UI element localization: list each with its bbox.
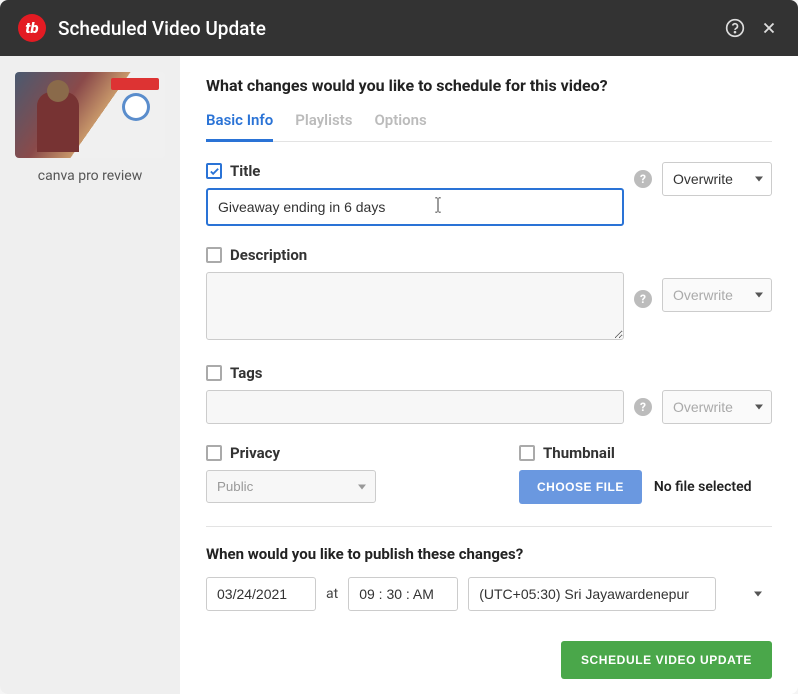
at-label: at <box>326 586 338 602</box>
privacy-select[interactable]: Public <box>206 470 376 503</box>
tags-input[interactable] <box>206 390 624 424</box>
help-icon[interactable] <box>724 17 746 39</box>
tab-playlists[interactable]: Playlists <box>295 111 352 142</box>
video-thumbnail <box>15 72 165 158</box>
thumbnail-checkbox[interactable] <box>519 445 535 461</box>
tabs: Basic Info Playlists Options <box>206 111 772 142</box>
description-checkbox[interactable] <box>206 247 222 263</box>
video-sidebar: canva pro review <box>0 56 180 694</box>
publish-date-input[interactable] <box>206 577 316 611</box>
title-help-icon[interactable]: ? <box>634 170 652 188</box>
modal-header: tb Scheduled Video Update <box>0 0 798 56</box>
description-input[interactable] <box>206 272 624 340</box>
publish-time-input[interactable] <box>348 577 458 611</box>
privacy-checkbox[interactable] <box>206 445 222 461</box>
timezone-select[interactable]: (UTC+05:30) Sri Jayawardenepur <box>468 577 716 611</box>
schedule-update-button[interactable]: SCHEDULE VIDEO UPDATE <box>561 641 772 679</box>
file-status-label: No file selected <box>654 479 752 495</box>
modal-title: Scheduled Video Update <box>58 17 712 40</box>
divider <box>206 526 772 527</box>
description-mode-select[interactable]: Overwrite <box>662 278 772 312</box>
close-icon[interactable] <box>758 17 780 39</box>
choose-file-button[interactable]: CHOOSE FILE <box>519 470 642 504</box>
title-mode-select[interactable]: Overwrite <box>662 162 772 196</box>
description-help-icon[interactable]: ? <box>634 290 652 308</box>
thumbnail-label: Thumbnail <box>543 444 615 462</box>
form-panel: What changes would you like to schedule … <box>180 56 798 694</box>
privacy-label: Privacy <box>230 444 280 462</box>
app-logo-icon: tb <box>18 14 46 42</box>
form-question: What changes would you like to schedule … <box>206 76 772 95</box>
tab-basic-info[interactable]: Basic Info <box>206 111 273 142</box>
description-label: Description <box>230 246 307 264</box>
scheduled-update-modal: tb Scheduled Video Update canva pro revi… <box>0 0 798 694</box>
tags-help-icon[interactable]: ? <box>634 398 652 416</box>
title-checkbox[interactable] <box>206 163 222 179</box>
video-name-label: canva pro review <box>12 168 168 184</box>
title-input[interactable] <box>206 188 624 226</box>
publish-question: When would you like to publish these cha… <box>206 545 772 563</box>
title-label: Title <box>230 162 260 180</box>
tags-label: Tags <box>230 364 263 382</box>
tags-mode-select[interactable]: Overwrite <box>662 390 772 424</box>
tags-checkbox[interactable] <box>206 365 222 381</box>
tab-options[interactable]: Options <box>374 111 426 142</box>
